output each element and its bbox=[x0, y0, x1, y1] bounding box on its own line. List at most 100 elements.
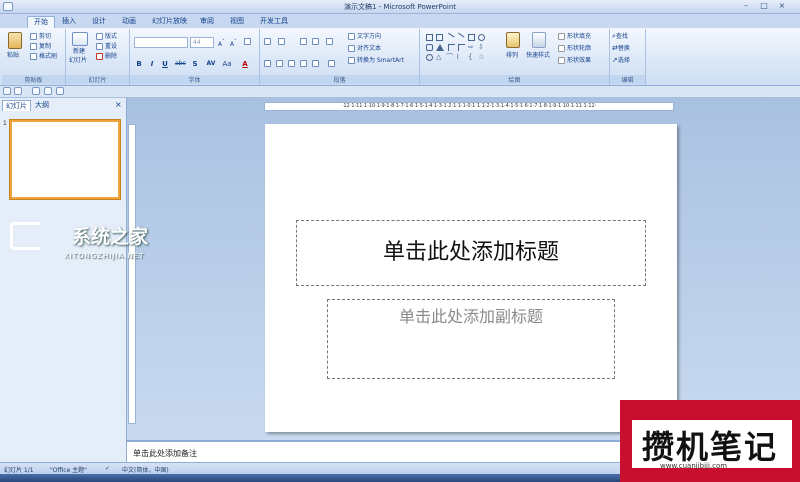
numbering-icon bbox=[278, 38, 285, 45]
align-left-button[interactable] bbox=[264, 59, 273, 68]
close-panel-button[interactable]: × bbox=[112, 100, 125, 111]
shape-effects-button[interactable]: 形状效果 bbox=[558, 56, 591, 65]
reset-button[interactable]: 重设 bbox=[96, 42, 117, 51]
star-shape-icon[interactable]: ☆ bbox=[478, 54, 485, 61]
line-spacing-button[interactable] bbox=[326, 37, 335, 46]
replace-button[interactable]: ⇄替换 bbox=[612, 44, 630, 53]
numbering-button[interactable] bbox=[278, 37, 287, 46]
textbox-shape-icon[interactable] bbox=[426, 34, 433, 41]
align-text-button[interactable]: 对齐文本 bbox=[348, 44, 381, 53]
new-slide-button-line2[interactable]: 幻灯片 bbox=[69, 56, 87, 65]
arrange-button[interactable]: 排列 bbox=[506, 51, 518, 60]
find-button[interactable]: ⌕查找 bbox=[612, 32, 628, 41]
brace-shape-icon[interactable]: { bbox=[468, 54, 475, 61]
shapes-gallery[interactable]: ⇨ ⇩ △ ⌒ ⌇ { ☆ bbox=[424, 32, 500, 66]
tab-review[interactable]: 审阅 bbox=[194, 16, 220, 28]
title-placeholder[interactable]: 单击此处添加标题 bbox=[296, 220, 646, 286]
columns-button[interactable] bbox=[328, 59, 337, 68]
tab-slides[interactable]: 幻灯片 bbox=[2, 100, 31, 111]
subtitle-placeholder[interactable]: 单击此处添加副标题 bbox=[327, 299, 615, 379]
italic-button[interactable]: I bbox=[147, 59, 157, 69]
redo-icon[interactable] bbox=[44, 87, 52, 95]
font-size-combo[interactable]: 44 bbox=[190, 37, 214, 48]
close-button[interactable]: × bbox=[774, 1, 790, 12]
tab-design[interactable]: 设计 bbox=[86, 16, 112, 28]
shape-outline-label: 形状轮廓 bbox=[567, 45, 592, 52]
delete-button[interactable]: 删除 bbox=[96, 52, 117, 61]
slide-thumbnail[interactable] bbox=[10, 120, 120, 199]
underline-button[interactable]: U bbox=[160, 59, 170, 69]
arrow-shape-icon[interactable] bbox=[454, 32, 465, 43]
tab-insert[interactable]: 插入 bbox=[56, 16, 82, 28]
clear-format-icon[interactable] bbox=[244, 37, 253, 46]
textbox-vertical-shape-icon[interactable] bbox=[436, 34, 443, 41]
bullets-button[interactable] bbox=[264, 37, 273, 46]
change-case-button[interactable]: Aa bbox=[222, 59, 232, 69]
decrease-indent-button[interactable] bbox=[300, 37, 309, 46]
shrink-font-button[interactable]: A˅ bbox=[230, 38, 237, 49]
quick-styles-button[interactable]: 快速样式 bbox=[526, 51, 550, 60]
spellcheck-icon[interactable] bbox=[32, 87, 40, 95]
drawing-group: ⇨ ⇩ △ ⌒ ⌇ { ☆ 排列 快速样式 形状填充 形状轮廓 形状效果 绘图 bbox=[420, 29, 610, 85]
layout-button[interactable]: 版式 bbox=[96, 32, 117, 41]
font-color-button[interactable]: A bbox=[240, 59, 250, 69]
shadow-button[interactable]: S bbox=[190, 59, 200, 69]
new-slide-button[interactable]: 新建 bbox=[73, 47, 85, 56]
customize-qat-icon[interactable] bbox=[68, 87, 74, 95]
shape-fill-button[interactable]: 形状填充 bbox=[558, 32, 591, 41]
select-button[interactable]: ➚选择 bbox=[612, 56, 630, 65]
rounded-rect-shape-icon[interactable] bbox=[426, 44, 433, 51]
cut-button[interactable]: 剪切 bbox=[30, 32, 51, 41]
flowchart-shape-icon[interactable]: △ bbox=[436, 54, 443, 61]
brush-icon bbox=[30, 53, 37, 60]
tab-slideshow[interactable]: 幻灯片放映 bbox=[146, 16, 193, 28]
line-shape-icon[interactable] bbox=[444, 32, 455, 43]
pen-icon bbox=[558, 45, 565, 52]
elbow-arrow-shape-icon[interactable] bbox=[458, 44, 465, 51]
tab-outline[interactable]: 大纲 bbox=[32, 100, 52, 111]
justify-button[interactable] bbox=[300, 59, 309, 68]
shape-outline-button[interactable]: 形状轮廓 bbox=[558, 44, 591, 53]
smiley-shape-icon[interactable] bbox=[426, 54, 433, 61]
smartart-button[interactable]: 转换为 SmartArt bbox=[348, 56, 404, 65]
curve-shape-icon[interactable]: ⌒ bbox=[446, 54, 453, 61]
clipboard-group: 粘贴 剪切 复制 格式刷 剪贴板 bbox=[2, 29, 66, 85]
grow-font-button[interactable]: A˄ bbox=[218, 38, 225, 49]
tab-animations[interactable]: 动画 bbox=[116, 16, 142, 28]
triangle-shape-icon[interactable] bbox=[436, 44, 444, 51]
justify-icon bbox=[300, 60, 307, 67]
tab-developer[interactable]: 开发工具 bbox=[254, 16, 294, 28]
maximize-button[interactable]: □ bbox=[756, 1, 772, 12]
align-right-button[interactable] bbox=[288, 59, 297, 68]
paste-button[interactable]: 粘贴 bbox=[7, 51, 19, 60]
print-preview-icon[interactable] bbox=[56, 87, 64, 95]
oval-shape-icon[interactable] bbox=[478, 34, 485, 41]
minimize-button[interactable]: – bbox=[738, 1, 754, 12]
font-name-combo[interactable] bbox=[134, 37, 188, 48]
right-arrow-shape-icon[interactable]: ⇨ bbox=[468, 44, 475, 51]
increase-indent-button[interactable] bbox=[312, 37, 321, 46]
char-spacing-button[interactable]: AV bbox=[204, 59, 218, 69]
spellcheck-status-icon[interactable]: ✓ bbox=[105, 465, 110, 472]
undo-icon[interactable] bbox=[14, 87, 22, 95]
tab-home[interactable]: 开始 bbox=[27, 16, 55, 28]
text-direction-button[interactable]: 文字方向 bbox=[348, 32, 381, 41]
select-label: 选择 bbox=[617, 57, 630, 64]
elbow-connector-shape-icon[interactable] bbox=[448, 44, 455, 51]
down-arrow-shape-icon[interactable]: ⇩ bbox=[478, 44, 485, 51]
bold-button[interactable]: B bbox=[134, 59, 144, 69]
copy-label: 复制 bbox=[39, 43, 52, 50]
distribute-button[interactable] bbox=[312, 59, 321, 68]
tab-view[interactable]: 视图 bbox=[224, 16, 250, 28]
save-icon[interactable] bbox=[3, 87, 11, 95]
format-painter-button[interactable]: 格式刷 bbox=[30, 52, 57, 61]
wave-shape-icon[interactable]: ⌇ bbox=[456, 54, 463, 61]
text-direction-label: 文字方向 bbox=[357, 33, 382, 40]
strikethrough-button[interactable]: abc bbox=[175, 59, 186, 69]
rectangle-shape-icon[interactable] bbox=[468, 34, 475, 41]
slide-canvas[interactable]: 单击此处添加标题 单击此处添加副标题 bbox=[265, 124, 677, 432]
align-center-icon bbox=[276, 60, 283, 67]
copy-button[interactable]: 复制 bbox=[30, 42, 51, 51]
replace-label: 替换 bbox=[617, 45, 630, 52]
align-center-button[interactable] bbox=[276, 59, 285, 68]
